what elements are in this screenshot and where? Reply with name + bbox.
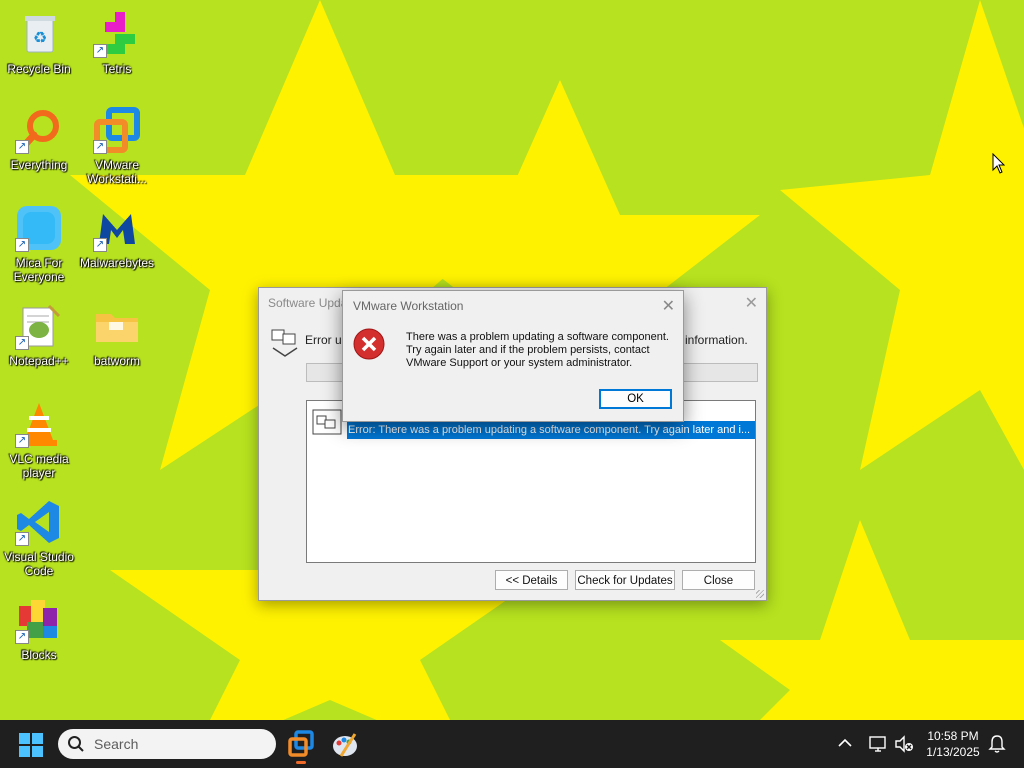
- desktop-icon-batworm[interactable]: batworm: [79, 296, 155, 388]
- updates-icon: [271, 328, 299, 358]
- vmware-workstation-icon: ↗: [93, 106, 141, 154]
- resize-grip[interactable]: [756, 590, 764, 598]
- active-app-indicator: [296, 761, 306, 764]
- desktop-icon-label: Recycle Bin: [7, 62, 71, 76]
- details-button[interactable]: << Details: [495, 570, 568, 590]
- vmware-workstation-icon: [288, 730, 314, 757]
- shortcut-arrow-icon: ↗: [93, 44, 107, 58]
- paint-tool-icon: [333, 733, 357, 757]
- error-message-line: There was a problem updating a software …: [406, 331, 669, 343]
- show-hidden-icons-chevron-icon[interactable]: [836, 734, 854, 752]
- desktop-icon-vmware[interactable]: ↗ VMware Workstati...: [79, 100, 155, 192]
- updates-list[interactable]: Error: There was a problem updating a so…: [306, 400, 756, 563]
- shortcut-arrow-icon: ↗: [15, 336, 29, 350]
- taskbar-search[interactable]: Search: [58, 729, 276, 759]
- vlc-icon: ↗: [15, 400, 63, 448]
- shortcut-arrow-icon: ↗: [15, 238, 29, 252]
- taskbar-app-paint[interactable]: [329, 728, 361, 760]
- desktop-icon-label: VMware Workstati...: [87, 158, 147, 186]
- malwarebytes-icon: ↗: [93, 204, 141, 252]
- desktop-icon-label: VLC media player: [9, 452, 69, 480]
- desktop-icon-label: Visual Studio Code: [4, 550, 74, 578]
- update-item-icon: [312, 409, 342, 435]
- desktop-icon-blocks[interactable]: ↗ Blocks: [1, 590, 77, 682]
- mica-icon: ↗: [15, 204, 63, 252]
- everything-search-icon: ↗: [15, 106, 63, 154]
- volume-muted-icon[interactable]: [893, 734, 915, 754]
- start-button[interactable]: [18, 732, 44, 758]
- shortcut-arrow-icon: ↗: [15, 630, 29, 644]
- clock-time: 10:58 PM: [927, 729, 979, 743]
- error-icon: [353, 328, 385, 360]
- desktop-icon-label: Malwarebytes: [79, 256, 155, 270]
- search-icon: [67, 735, 85, 753]
- close-button[interactable]: Close: [682, 570, 755, 590]
- vscode-icon: ↗: [15, 498, 63, 546]
- check-for-updates-button[interactable]: Check for Updates: [575, 570, 675, 590]
- desktop-icon-label: Blocks: [21, 648, 57, 662]
- shortcut-arrow-icon: ↗: [93, 238, 107, 252]
- error-message: There was a problem updating a software …: [406, 331, 676, 370]
- desktop: ♻ Recycle Bin ↗ Everything ↗ Mica For Ev…: [0, 0, 1024, 720]
- desktop-icon-everything[interactable]: ↗ Everything: [1, 100, 77, 192]
- desktop-icon-label: Mica For Everyone: [13, 256, 65, 284]
- shortcut-arrow-icon: ↗: [15, 140, 29, 154]
- svg-text:♻: ♻: [33, 28, 47, 47]
- desktop-icon-label: Notepad++: [9, 354, 69, 368]
- desktop-icon-label: Tetris: [102, 62, 132, 76]
- desktop-icon-label: batworm: [93, 354, 140, 368]
- desktop-icon-notepad-plus-plus[interactable]: ↗ Notepad++: [1, 296, 77, 388]
- mouse-cursor-icon: [992, 152, 1006, 175]
- close-icon[interactable]: ✕: [662, 296, 675, 316]
- notifications-bell-icon[interactable]: [988, 734, 1006, 754]
- search-placeholder: Search: [94, 736, 139, 752]
- desktop-icon-vlc[interactable]: ↗ VLC media player: [1, 394, 77, 486]
- shortcut-arrow-icon: ↗: [15, 434, 29, 448]
- error-message-line: VMware Support or your system administra…: [406, 357, 633, 369]
- taskbar-clock[interactable]: 10:58 PM 1/13/2025: [920, 728, 986, 760]
- tetris-icon: ↗: [93, 10, 141, 58]
- window-title: Software Upda: [268, 296, 348, 310]
- folder-icon: [93, 302, 141, 350]
- desktop-icon-mica[interactable]: ↗ Mica For Everyone: [1, 198, 77, 290]
- status-message-tail: information.: [685, 333, 748, 347]
- desktop-icon-recycle-bin[interactable]: ♻ Recycle Bin: [1, 4, 77, 96]
- taskbar-app-vmware[interactable]: [285, 728, 317, 764]
- network-icon[interactable]: [867, 734, 889, 754]
- windows-logo-icon: [19, 733, 43, 757]
- blocks-icon: ↗: [15, 596, 63, 644]
- clock-date: 1/13/2025: [926, 745, 980, 759]
- desktop-icon-vscode[interactable]: ↗ Visual Studio Code: [1, 492, 77, 584]
- close-icon[interactable]: ✕: [745, 293, 758, 313]
- list-item[interactable]: Error: There was a problem updating a so…: [347, 421, 755, 439]
- taskbar: Search 10:58 PM 1/13/2025: [0, 720, 1024, 768]
- recycle-bin-icon: ♻: [15, 10, 63, 58]
- dialog-title: VMware Workstation: [353, 299, 464, 313]
- desktop-icon-label: Everything: [10, 158, 68, 172]
- shortcut-arrow-icon: ↗: [15, 532, 29, 546]
- error-dialog[interactable]: VMware Workstation ✕ There was a problem…: [342, 290, 684, 422]
- desktop-icon-malwarebytes[interactable]: ↗ Malwarebytes: [79, 198, 155, 290]
- ok-button[interactable]: OK: [599, 389, 672, 409]
- shortcut-arrow-icon: ↗: [93, 140, 107, 154]
- desktop-icon-tetris[interactable]: ↗ Tetris: [79, 4, 155, 96]
- error-message-line: Try again later and if the problem persi…: [406, 344, 650, 356]
- notepad-plus-plus-icon: ↗: [15, 302, 63, 350]
